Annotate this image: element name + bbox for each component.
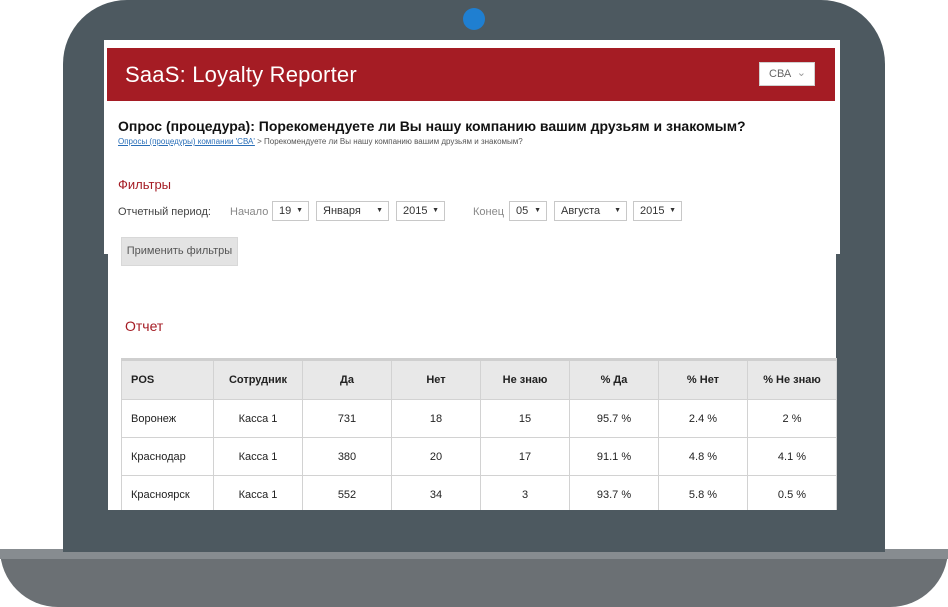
- column-header-pos: POS: [121, 359, 214, 400]
- cell-pct-no: 5.8 %: [658, 475, 748, 510]
- camera-icon: [463, 8, 485, 30]
- table-row: Воронеж Касса 1 731 18 15 95.7 % 2.4 % 2…: [121, 399, 837, 438]
- cell-pct-yes: 93.7 %: [569, 475, 659, 510]
- cell-employee: Касса 1: [213, 475, 303, 510]
- column-header-dont-know: Не знаю: [480, 359, 570, 400]
- cell-pct-dont-know: 0.5 %: [747, 475, 837, 510]
- breadcrumb: Опросы (процедуры) компании 'СВА' > Поре…: [118, 137, 523, 146]
- cell-yes: 731: [302, 399, 392, 438]
- page-title: Опрос (процедура): Порекомендуете ли Вы …: [118, 118, 746, 134]
- column-header-employee: Сотрудник: [213, 359, 303, 400]
- column-header-pct-yes: % Да: [569, 359, 659, 400]
- breadcrumb-current: > Порекомендуете ли Вы нашу компанию ваш…: [254, 137, 523, 146]
- start-month-value: Января: [323, 205, 361, 217]
- caret-down-icon: ▼: [614, 207, 621, 214]
- cell-yes: 552: [302, 475, 392, 510]
- company-select-value: СВА: [769, 68, 792, 80]
- cell-pct-dont-know: 2 %: [747, 399, 837, 438]
- cell-pos: Краснодар: [121, 437, 214, 476]
- start-day-select[interactable]: 19 ▼: [272, 201, 309, 221]
- cell-employee: Касса 1: [213, 399, 303, 438]
- table-row: Краснодар Касса 1 380 20 17 91.1 % 4.8 %…: [121, 437, 837, 476]
- start-label: Начало: [230, 206, 269, 218]
- cell-pct-no: 4.8 %: [658, 437, 748, 476]
- screen-edge-left: [104, 254, 108, 510]
- column-header-pct-no: % Нет: [658, 359, 748, 400]
- report-title: Отчет: [125, 318, 164, 334]
- end-day-value: 05: [516, 205, 529, 217]
- filters-title: Фильтры: [118, 177, 172, 192]
- cell-dont-know: 15: [480, 399, 570, 438]
- cell-dont-know: 3: [480, 475, 570, 510]
- column-header-yes: Да: [302, 359, 392, 400]
- apply-filters-button[interactable]: Применить фильтры: [121, 237, 238, 266]
- chevron-down-icon: ⌄: [796, 67, 806, 79]
- report-table: POS Сотрудник Да Нет Не знаю % Да % Нет …: [121, 358, 837, 510]
- cell-pos: Воронеж: [121, 399, 214, 438]
- caret-down-icon: ▼: [296, 207, 303, 214]
- app-screen: SaaS: Loyalty Reporter СВА ⌄ Опрос (проц…: [104, 40, 840, 510]
- app-title: SaaS: Loyalty Reporter: [125, 62, 357, 87]
- cell-pct-yes: 95.7 %: [569, 399, 659, 438]
- end-year-select[interactable]: 2015 ▼: [633, 201, 682, 221]
- caret-down-icon: ▼: [376, 207, 383, 214]
- app-header: SaaS: Loyalty Reporter СВА ⌄: [107, 48, 835, 101]
- cell-yes: 380: [302, 437, 392, 476]
- start-year-select[interactable]: 2015 ▼: [396, 201, 445, 221]
- start-month-select[interactable]: Января ▼: [316, 201, 389, 221]
- cell-pct-yes: 91.1 %: [569, 437, 659, 476]
- start-year-value: 2015: [403, 205, 428, 217]
- period-label: Отчетный период:: [118, 206, 211, 218]
- cell-dont-know: 17: [480, 437, 570, 476]
- table-row: Красноярск Касса 1 552 34 3 93.7 % 5.8 %…: [121, 475, 837, 510]
- caret-down-icon: ▼: [432, 207, 439, 214]
- column-header-no: Нет: [391, 359, 481, 400]
- caret-down-icon: ▼: [669, 207, 676, 214]
- company-select[interactable]: СВА ⌄: [759, 62, 815, 86]
- cell-pct-no: 2.4 %: [658, 399, 748, 438]
- start-day-value: 19: [279, 205, 292, 217]
- cell-no: 20: [391, 437, 481, 476]
- end-year-value: 2015: [640, 205, 665, 217]
- cell-pos: Красноярск: [121, 475, 214, 510]
- end-day-select[interactable]: 05 ▼: [509, 201, 547, 221]
- end-month-select[interactable]: Августа ▼: [554, 201, 627, 221]
- cell-no: 18: [391, 399, 481, 438]
- table-header-row: POS Сотрудник Да Нет Не знаю % Да % Нет …: [121, 359, 837, 400]
- cell-pct-dont-know: 4.1 %: [747, 437, 837, 476]
- cell-no: 34: [391, 475, 481, 510]
- end-label: Конец: [473, 206, 505, 218]
- end-month-value: Августа: [561, 205, 601, 217]
- breadcrumb-link-surveys[interactable]: Опросы (процедуры) компании 'СВА': [118, 137, 255, 146]
- column-header-pct-dont-know: % Не знаю: [747, 359, 837, 400]
- caret-down-icon: ▼: [534, 207, 541, 214]
- cell-employee: Касса 1: [213, 437, 303, 476]
